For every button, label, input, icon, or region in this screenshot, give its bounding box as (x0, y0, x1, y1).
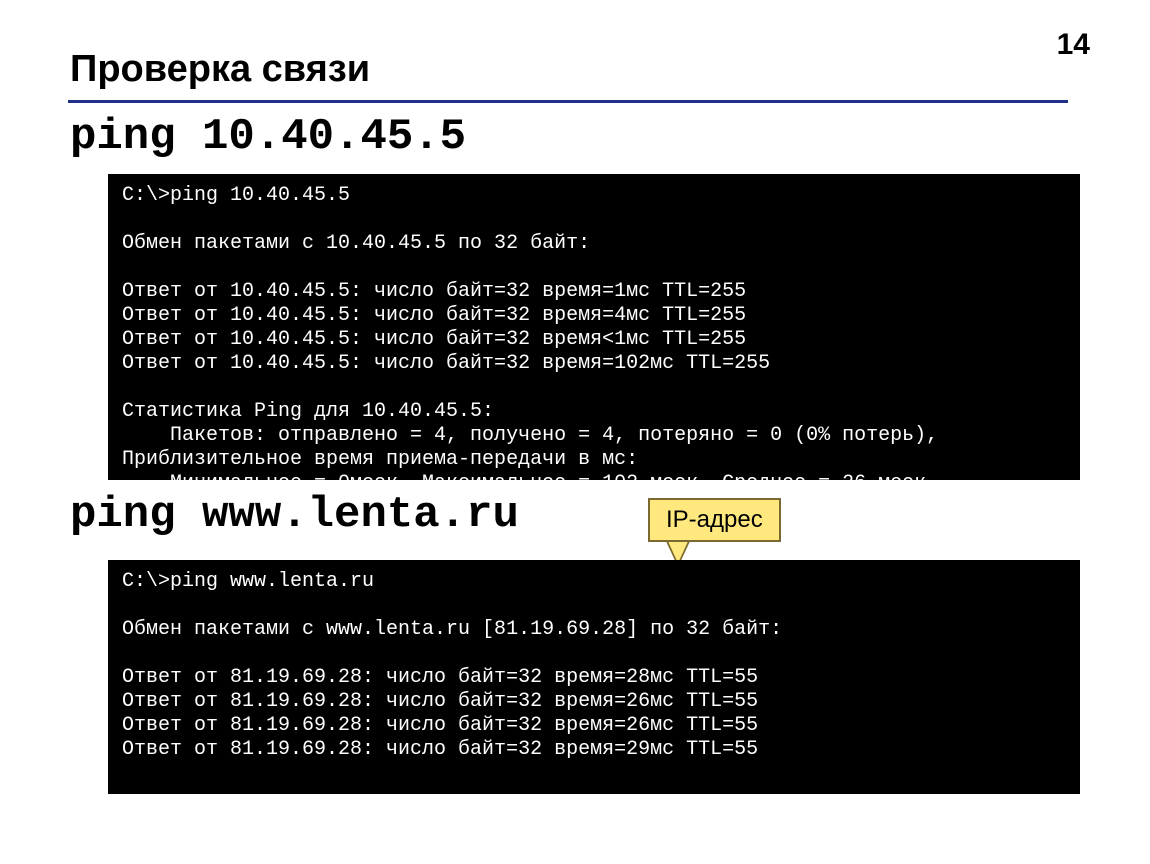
horizontal-rule (68, 100, 1068, 103)
command-2: ping www.lenta.ru (70, 490, 519, 540)
command-1: ping 10.40.45.5 (70, 112, 466, 162)
terminal-output-2: C:\>ping www.lenta.ru Обмен пакетами с w… (108, 560, 1080, 794)
slide-title: Проверка связи (70, 48, 370, 91)
page-number: 14 (1057, 28, 1090, 62)
ip-address-callout: IP-адрес (648, 498, 781, 542)
terminal-output-1: C:\>ping 10.40.45.5 Обмен пакетами с 10.… (108, 174, 1080, 480)
